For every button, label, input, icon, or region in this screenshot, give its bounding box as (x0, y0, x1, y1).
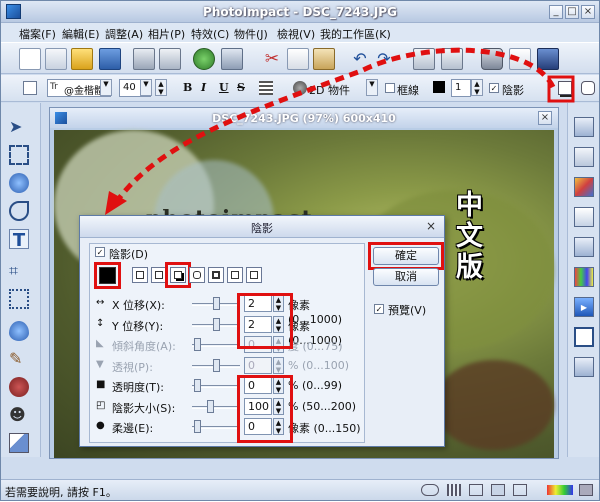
annotation-arrow (114, 47, 556, 203)
app-window: PhotoImpact - DSC_7243.JPG _ □ × 檔案(F) 編… (0, 0, 600, 501)
toolbar-shadow-highlight-box (547, 75, 575, 103)
annotation-arrowhead (105, 191, 127, 215)
annotation-overlay (105, 47, 575, 215)
